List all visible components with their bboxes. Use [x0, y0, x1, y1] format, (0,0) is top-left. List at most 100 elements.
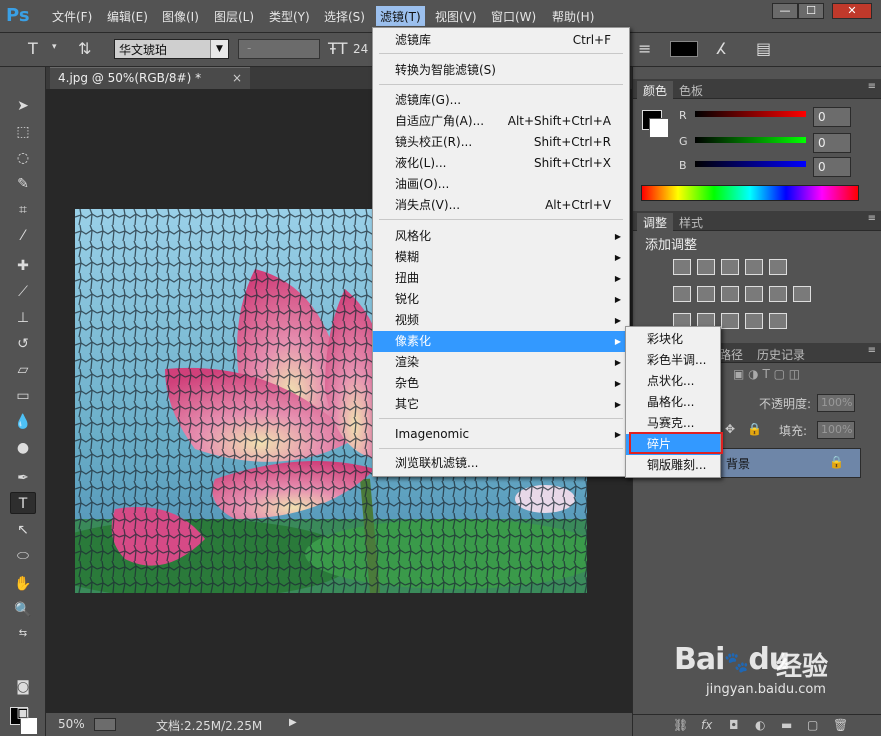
new-layer-icon[interactable]: ▢ — [807, 718, 818, 732]
submenu-item-color-halftone[interactable]: 彩色半调... — [626, 350, 720, 371]
character-panel-icon[interactable]: ▤ — [756, 39, 771, 58]
tab-styles[interactable]: 样式 — [673, 213, 709, 231]
hand-tool-icon[interactable]: ✋ — [10, 573, 36, 595]
gradient-tool-icon[interactable]: ▭ — [10, 385, 36, 407]
delete-layer-icon[interactable]: 🗑 — [833, 718, 848, 732]
path-select-tool-icon[interactable]: ↖ — [10, 519, 36, 541]
brightness-icon[interactable] — [673, 259, 691, 275]
tab-history[interactable]: 历史记录 — [751, 345, 811, 363]
stamp-tool-icon[interactable]: ⊥ — [10, 307, 36, 329]
new-group-icon[interactable]: ▬ — [781, 718, 792, 732]
menu-select[interactable]: 选择(S) — [324, 8, 365, 25]
menu-item-noise[interactable]: 杂色 ▶ — [373, 373, 629, 394]
menu-file[interactable]: 文件(F) — [52, 8, 92, 25]
menu-filter[interactable]: 滤镜(T) — [376, 6, 425, 26]
type-tool-icon[interactable]: T — [28, 39, 38, 58]
submenu-item-crystallize[interactable]: 晶格化... — [626, 392, 720, 413]
channel-mixer-icon[interactable] — [769, 286, 787, 302]
menu-item-liquify[interactable]: 液化(L)... Shift+Ctrl+X — [373, 153, 629, 174]
threshold-icon[interactable] — [721, 313, 739, 329]
fx-icon[interactable]: fx — [701, 718, 712, 732]
tool-preset-caret-icon[interactable]: ▾ — [52, 42, 57, 52]
menu-item-browse-online-filters[interactable]: 浏览联机滤镜... — [373, 453, 629, 474]
tab-swatches[interactable]: 色板 — [673, 81, 709, 99]
panel-menu-icon[interactable]: ≡ — [868, 213, 876, 224]
menu-item-pixelate[interactable]: 像素化 ▶ — [373, 331, 629, 352]
screen-mode-icon[interactable]: ▣ — [10, 702, 36, 724]
menu-item-convert-smart-filter[interactable]: 转换为智能滤镜(S) — [373, 60, 629, 81]
zoom-tool-icon[interactable]: 🔍 — [10, 599, 36, 621]
menu-edit[interactable]: 编辑(E) — [107, 8, 148, 25]
move-tool-icon[interactable]: ➤ — [10, 95, 36, 117]
menu-item-video[interactable]: 视频 ▶ — [373, 310, 629, 331]
menu-item-stylize[interactable]: 风格化 ▶ — [373, 226, 629, 247]
font-family-select[interactable]: 华文琥珀 ▼ — [114, 39, 229, 59]
submenu-item-mosaic[interactable]: 马赛克... — [626, 413, 720, 434]
menu-type[interactable]: 类型(Y) — [269, 8, 310, 25]
eraser-tool-icon[interactable]: ▱ — [10, 359, 36, 381]
swap-colors-icon[interactable]: ⇆ — [10, 623, 36, 645]
color-balance-icon[interactable] — [697, 286, 715, 302]
quick-mask-icon[interactable]: ◙ — [10, 676, 36, 698]
menu-item-vanishing-point[interactable]: 消失点(V)... Alt+Ctrl+V — [373, 195, 629, 216]
text-orientation-icon[interactable]: ⇅ — [78, 39, 91, 58]
tab-color[interactable]: 颜色 — [637, 81, 674, 99]
gradient-map-icon[interactable] — [769, 313, 787, 329]
menu-item-lens-correction[interactable]: 镜头校正(R)... Shift+Ctrl+R — [373, 132, 629, 153]
green-value-field[interactable]: 0 — [813, 133, 851, 153]
quick-select-tool-icon[interactable]: ✎ — [10, 173, 36, 195]
fill-field[interactable]: 100% — [817, 421, 855, 439]
close-tab-icon[interactable]: × — [232, 71, 242, 85]
add-mask-icon[interactable]: ◘ — [729, 718, 739, 732]
menu-item-render[interactable]: 渲染 ▶ — [373, 352, 629, 373]
warp-text-icon[interactable]: ⵃ — [716, 39, 726, 58]
menu-view[interactable]: 视图(V) — [435, 8, 477, 25]
lock-all-icon[interactable]: 🔒 — [747, 422, 762, 436]
blur-tool-icon[interactable]: 💧 — [10, 411, 36, 433]
menu-item-sharpen[interactable]: 锐化 ▶ — [373, 289, 629, 310]
levels-icon[interactable] — [697, 259, 715, 275]
menu-item-blur[interactable]: 模糊 ▶ — [373, 247, 629, 268]
history-brush-tool-icon[interactable]: ↺ — [10, 333, 36, 355]
submenu-item-facet[interactable]: 彩块化 — [626, 329, 720, 350]
text-color-swatch[interactable] — [670, 41, 698, 57]
opacity-field[interactable]: 100% — [817, 394, 855, 412]
document-tab[interactable]: 4.jpg @ 50%(RGB/8#) * × — [50, 67, 250, 89]
color-panel-background[interactable] — [649, 118, 669, 138]
status-menu-arrow-icon[interactable]: ▶ — [289, 717, 297, 728]
hue-saturation-icon[interactable] — [673, 286, 691, 302]
menu-item-distort[interactable]: 扭曲 ▶ — [373, 268, 629, 289]
submenu-item-mezzotint[interactable]: 铜版雕刻... — [626, 455, 720, 476]
red-slider[interactable] — [695, 111, 806, 117]
crop-tool-icon[interactable]: ⌗ — [10, 199, 36, 221]
color-spectrum[interactable] — [641, 185, 859, 201]
marquee-tool-icon[interactable]: ⬚ — [10, 121, 36, 143]
status-thumbnail-icon[interactable] — [94, 718, 116, 731]
brush-tool-icon[interactable]: ⟋ — [10, 281, 36, 303]
photo-filter-icon[interactable] — [745, 286, 763, 302]
layer-filter-icons[interactable]: ▣ ◑ T ▢ ◫ — [733, 367, 800, 381]
menu-item-other[interactable]: 其它 ▶ — [373, 394, 629, 415]
menu-item-adaptive-wide-angle[interactable]: 自适应广角(A)... Alt+Shift+Ctrl+A — [373, 111, 629, 132]
exposure-icon[interactable] — [745, 259, 763, 275]
close-button[interactable]: ✕ — [832, 3, 872, 19]
menu-item-filter-gallery[interactable]: 滤镜库(G)... — [373, 90, 629, 111]
vibrance-icon[interactable] — [769, 259, 787, 275]
lasso-tool-icon[interactable]: ◌ — [10, 147, 36, 169]
minimize-button[interactable]: — — [772, 3, 798, 19]
submenu-item-pointillize[interactable]: 点状化... — [626, 371, 720, 392]
lock-position-icon[interactable]: ✥ — [725, 422, 735, 436]
green-slider[interactable] — [695, 137, 806, 143]
font-size-field[interactable]: 24 — [353, 39, 373, 59]
dodge-tool-icon[interactable]: ● — [10, 437, 36, 459]
eyedropper-tool-icon[interactable]: ⁄ — [10, 225, 36, 247]
tab-adjustments[interactable]: 调整 — [637, 213, 674, 231]
blue-slider[interactable] — [695, 161, 806, 167]
red-value-field[interactable]: 0 — [813, 107, 851, 127]
menu-window[interactable]: 窗口(W) — [491, 8, 536, 25]
healing-brush-tool-icon[interactable]: ✚ — [10, 255, 36, 277]
link-layers-icon[interactable]: ⛓ — [673, 718, 688, 732]
black-white-icon[interactable] — [721, 286, 739, 302]
menu-help[interactable]: 帮助(H) — [552, 8, 594, 25]
menu-item-imagenomic[interactable]: Imagenomic ▶ — [373, 424, 629, 445]
